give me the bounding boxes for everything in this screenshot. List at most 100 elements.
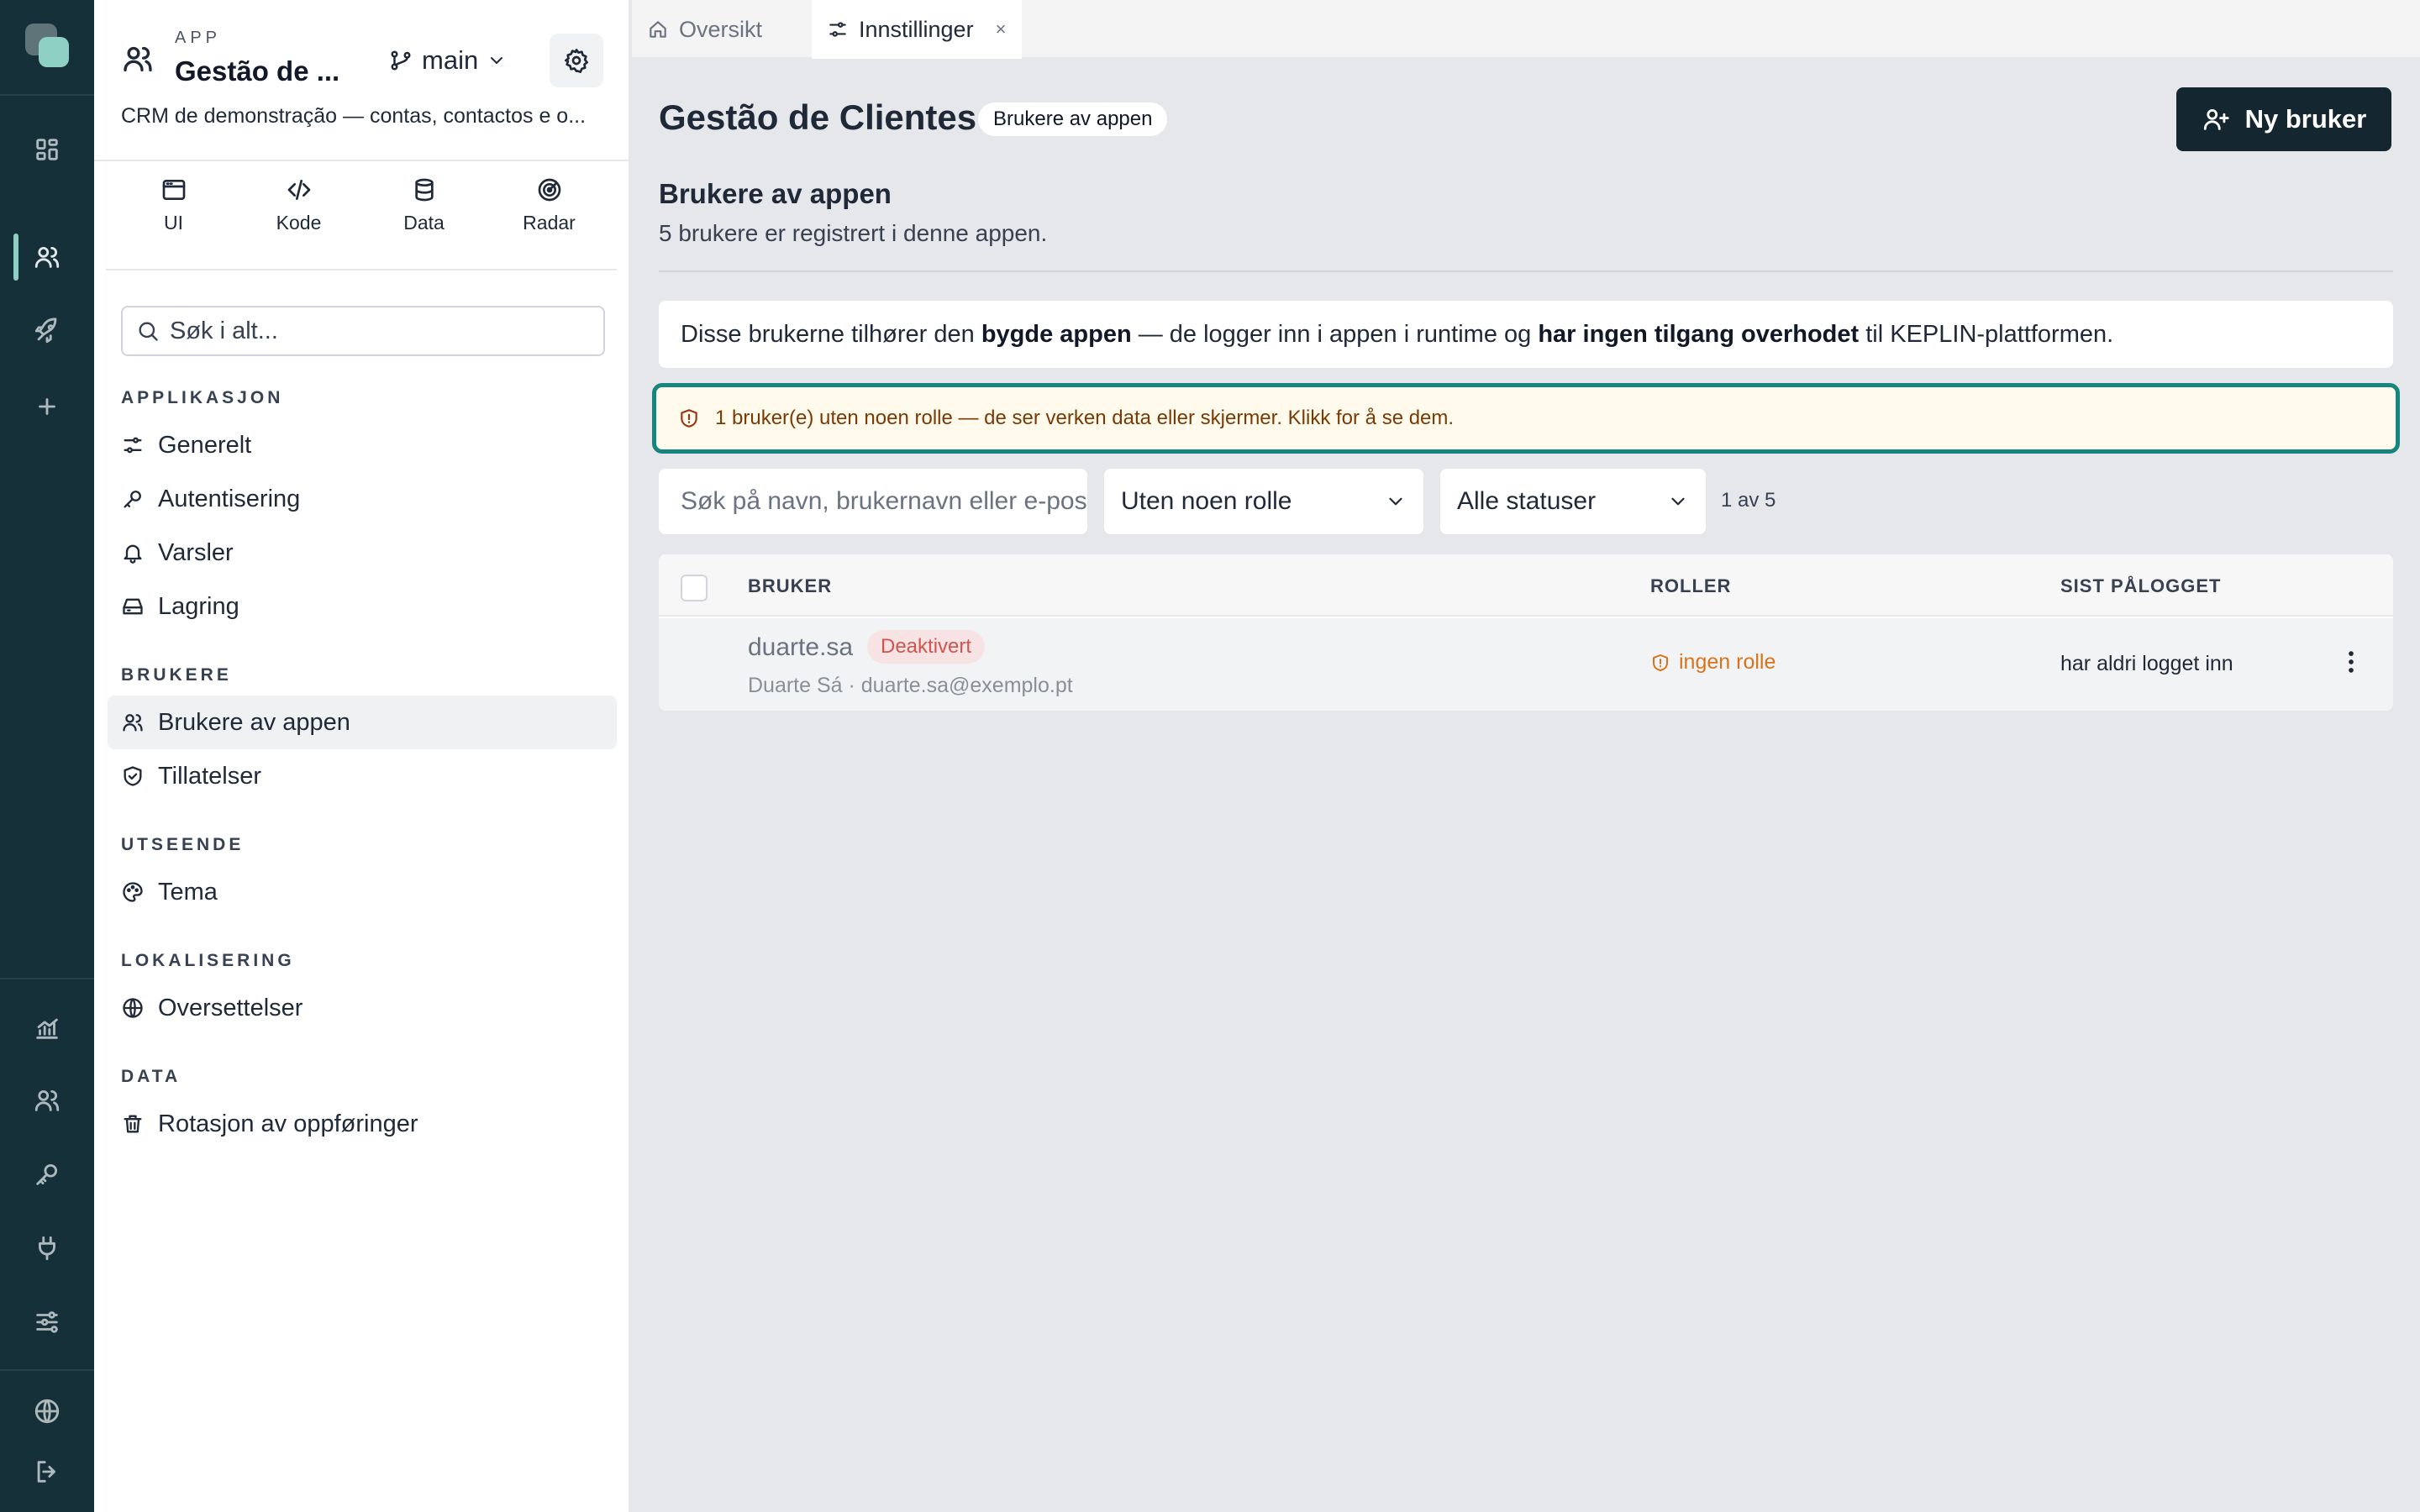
tab-radar[interactable]: Radar xyxy=(487,176,612,244)
shield-alert-icon xyxy=(678,407,700,429)
warning-text: 1 bruker(e) uten noen rolle — de ser ver… xyxy=(715,407,1455,429)
tab-ui[interactable]: UI xyxy=(111,176,236,244)
sidebar-divider xyxy=(94,160,629,161)
sidebar-item-varsler[interactable]: Varsler xyxy=(108,526,617,580)
brand-logo[interactable] xyxy=(24,22,71,69)
sidebar-divider xyxy=(106,269,617,270)
table-header: BRUKER ROLLER SIST PÅLOGGET xyxy=(659,554,2393,617)
key-icon[interactable] xyxy=(24,1151,71,1198)
storage-icon xyxy=(121,595,145,618)
globe-icon[interactable] xyxy=(24,1388,71,1435)
tab-innstillinger[interactable]: Innstillinger × xyxy=(812,0,1022,59)
rail-divider xyxy=(0,1369,94,1371)
info-box: Disse brukerne tilhører den bygde appen … xyxy=(659,301,2393,368)
globe-icon xyxy=(121,996,145,1020)
column-header-bruker[interactable]: BRUKER xyxy=(748,575,832,597)
sidebar-item-label: Generelt xyxy=(158,431,252,459)
section-pill: Brukere av appen xyxy=(978,102,1168,136)
tab-oversikt[interactable]: Oversikt xyxy=(632,0,777,59)
app-settings-button[interactable] xyxy=(550,34,603,87)
sidebar-item-lagring[interactable]: Lagring xyxy=(108,580,617,633)
section-title: Brukere av appen xyxy=(659,178,892,209)
trash-icon xyxy=(121,1112,145,1136)
plug-icon[interactable] xyxy=(24,1225,71,1272)
app-name: Gestão de ... xyxy=(175,55,340,87)
more-vertical-icon xyxy=(2337,648,2365,676)
nav-group-applikasjon: APPLIKASJON xyxy=(121,388,284,407)
column-header-sist-palogget[interactable]: SIST PÅLOGGET xyxy=(2060,575,2221,597)
sidebar-item-tema[interactable]: Tema xyxy=(108,865,617,919)
sidebar-item-tillatelser[interactable]: Tillatelser xyxy=(108,749,617,803)
window-icon xyxy=(160,176,187,203)
main-content: Gestão de Clientes Brukere av appen Ny b… xyxy=(632,60,2420,1512)
tab-label: Innstillinger xyxy=(859,16,974,42)
sidebar-item-label: Tema xyxy=(158,878,218,906)
role-filter-select[interactable]: Uten noen rolle xyxy=(1104,469,1423,534)
plus-icon[interactable] xyxy=(24,383,71,430)
sidebar-item-label: Autentisering xyxy=(158,485,301,512)
gear-icon xyxy=(563,47,590,74)
chevron-down-icon xyxy=(1385,491,1407,512)
rail-divider xyxy=(0,94,94,96)
branch-selector[interactable]: main xyxy=(388,42,507,79)
sidebar-item-oversettelser[interactable]: Oversettelser xyxy=(108,981,617,1035)
icon-rail xyxy=(0,0,94,1512)
palette-icon xyxy=(121,880,145,904)
app-kicker: APP xyxy=(175,29,222,47)
section-description: 5 brukere er registrert i denne appen. xyxy=(659,220,1048,246)
sidebar-search-input[interactable]: Søk i alt... xyxy=(121,306,605,356)
radar-icon xyxy=(536,176,563,203)
sidebar-item-label: Lagring xyxy=(158,592,239,620)
close-icon[interactable]: × xyxy=(996,18,1007,40)
user-search-input[interactable]: Søk på navn, brukernavn eller e-post xyxy=(659,469,1087,534)
shield-alert-icon xyxy=(1650,653,1670,673)
sidebar-item-label: Brukere av appen xyxy=(158,708,350,736)
sidebar-item-autentisering[interactable]: Autentisering xyxy=(108,472,617,526)
info-text: Disse brukerne tilhører den xyxy=(681,320,981,348)
editor-tab-bar: Oversikt Innstillinger × xyxy=(632,0,2420,59)
status-badge: Deaktivert xyxy=(867,630,986,664)
role-cell: ingen rolle xyxy=(1650,650,1776,675)
page-title: Gestão de Clientes xyxy=(659,97,977,137)
branch-name: main xyxy=(422,45,479,75)
column-header-roller[interactable]: ROLLER xyxy=(1650,575,1731,597)
no-role-warning-banner[interactable]: 1 bruker(e) uten noen rolle — de ser ver… xyxy=(652,383,2400,454)
status-filter-select[interactable]: Alle statuser xyxy=(1440,469,1706,534)
users-table: BRUKER ROLLER SIST PÅLOGGET duarte.sa De… xyxy=(659,554,2393,711)
select-all-checkbox[interactable] xyxy=(681,575,708,601)
sidebar-item-brukere-av-appen[interactable]: Brukere av appen xyxy=(108,696,617,749)
key-icon xyxy=(121,487,145,511)
sidebar-item-label: Oversettelser xyxy=(158,994,303,1021)
rail-divider xyxy=(0,978,94,979)
info-emphasis: har ingen tilgang overhodet xyxy=(1538,320,1860,348)
logout-icon[interactable] xyxy=(24,1448,71,1495)
tab-data[interactable]: Data xyxy=(361,176,487,244)
row-actions-button[interactable] xyxy=(2336,643,2366,680)
table-row[interactable]: duarte.sa Deaktivert Duarte Sá · duarte.… xyxy=(659,618,2393,711)
dashboard-icon[interactable] xyxy=(24,126,71,173)
sidebar-item-rotasjon[interactable]: Rotasjon av oppføringer xyxy=(108,1097,617,1151)
info-text: — de logger inn i appen i runtime og xyxy=(1131,320,1539,348)
rocket-icon[interactable] xyxy=(24,307,71,354)
tab-label: UI xyxy=(164,212,183,234)
tab-label: Kode xyxy=(276,212,322,234)
sidebar-item-generelt[interactable]: Generelt xyxy=(108,418,617,472)
info-emphasis: bygde appen xyxy=(981,320,1132,348)
sliders-icon[interactable] xyxy=(24,1299,71,1346)
team-icon[interactable] xyxy=(24,1077,71,1124)
search-icon xyxy=(136,319,160,343)
rail-active-indicator xyxy=(13,234,18,281)
new-user-button[interactable]: Ny bruker xyxy=(2176,87,2391,151)
select-value: Alle statuser xyxy=(1457,487,1597,515)
select-value: Uten noen rolle xyxy=(1121,487,1292,515)
username: duarte.sa xyxy=(748,633,854,661)
section-tabs: UI Kode Data Radar xyxy=(111,176,612,244)
result-count: 1 av 5 xyxy=(1721,489,1776,512)
settings-sliders-icon xyxy=(827,18,849,40)
chart-icon[interactable] xyxy=(24,1005,71,1052)
users-icon xyxy=(121,711,145,734)
users-icon[interactable] xyxy=(24,234,71,281)
user-plus-icon xyxy=(2202,105,2230,134)
database-icon xyxy=(411,176,438,203)
tab-kode[interactable]: Kode xyxy=(236,176,361,244)
